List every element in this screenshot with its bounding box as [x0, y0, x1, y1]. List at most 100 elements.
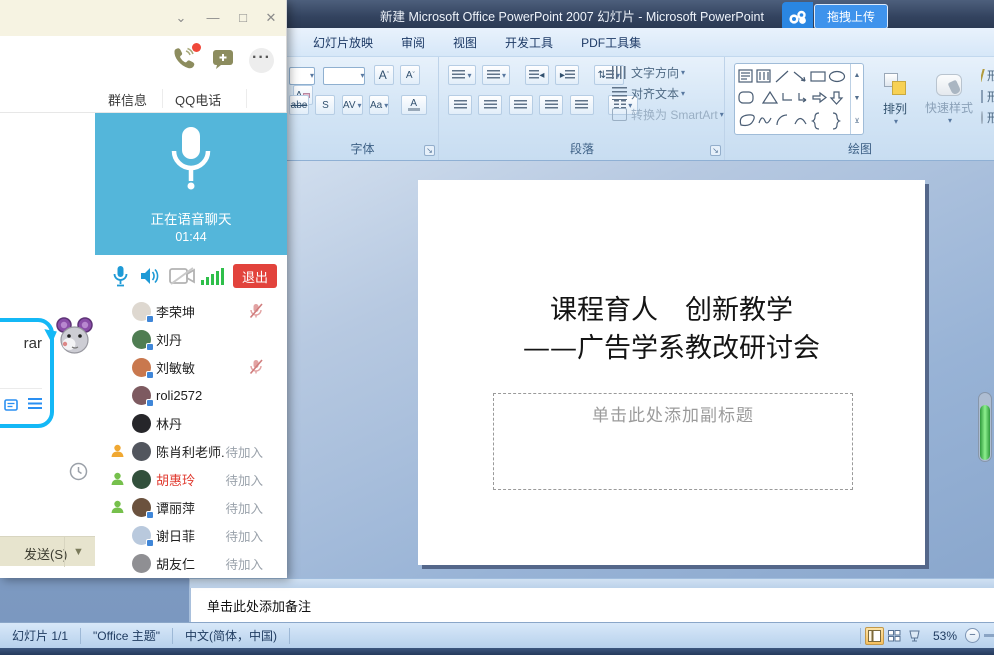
increase-indent-button[interactable]: ▸	[555, 65, 579, 85]
distribute-button[interactable]	[570, 95, 594, 115]
minimize-icon[interactable]: —	[203, 8, 223, 28]
microphone-icon	[167, 125, 215, 202]
pending-person-icon	[111, 444, 132, 458]
paragraph-group: ▾ ▾ ◂ ▸ ⇅▾ ▾ 文字方向▾ 对齐文本▾ 转换为	[440, 57, 725, 160]
member-avatar[interactable]	[132, 470, 151, 489]
member-avatar[interactable]	[132, 442, 151, 461]
shrink-font-button[interactable]: Aˇ	[400, 65, 420, 85]
mic-toggle-icon[interactable]	[112, 265, 129, 293]
text-shadow-button[interactable]: S	[315, 95, 335, 115]
close-icon[interactable]: ✕	[261, 8, 281, 28]
member-avatar[interactable]	[132, 358, 151, 377]
ribbon: ▾ ▾ Aˆ Aˇ A abe S AV▾ Aa▾ A 字体 ↘	[287, 57, 994, 161]
member-avatar[interactable]	[132, 526, 151, 545]
pending-person-icon	[111, 500, 132, 514]
text-direction-button[interactable]: 文字方向▾	[612, 62, 724, 83]
mouse-avatar[interactable]	[56, 317, 93, 362]
member-row[interactable]: 林丹	[95, 409, 287, 437]
notes-pane[interactable]: 单击此处添加备注	[190, 588, 994, 622]
numbering-button[interactable]: ▾	[482, 65, 510, 85]
font-size-select[interactable]: ▾	[323, 67, 365, 85]
ribbon-tab-4[interactable]: PDF工具集	[567, 34, 655, 51]
align-left-button[interactable]	[448, 95, 472, 115]
view-slideshow-button[interactable]	[905, 627, 924, 645]
tab-qq-call[interactable]: QQ电话	[175, 90, 221, 109]
member-row[interactable]: 胡惠玲待加入	[95, 465, 287, 493]
subtitle-placeholder[interactable]: 单击此处添加副标题	[493, 393, 853, 490]
member-row[interactable]: roli2572	[95, 381, 287, 409]
shape-effects-button[interactable]: 形	[981, 107, 994, 128]
language-indicator[interactable]: 中文(简体，中国)	[173, 627, 289, 644]
member-avatar[interactable]	[132, 302, 151, 321]
chat-add-icon[interactable]	[212, 49, 235, 75]
member-row[interactable]: 李荣坤	[95, 297, 287, 325]
shapes-scroll-down[interactable]: ▼	[851, 87, 863, 110]
shape-outline-button[interactable]: 形	[981, 86, 994, 107]
zoom-out-button[interactable]: −	[965, 628, 980, 643]
speaker-icon[interactable]	[139, 266, 159, 291]
member-avatar[interactable]	[132, 330, 151, 349]
decrease-indent-button[interactable]: ◂	[525, 65, 549, 85]
send-button[interactable]: 发送(S)	[24, 544, 67, 563]
exit-call-button[interactable]: 退出	[233, 264, 277, 288]
file-message-bubble[interactable]: rar	[0, 318, 54, 428]
zoom-slider[interactable]	[984, 634, 994, 637]
netdisk-upload-button[interactable]: 拖拽上传	[782, 2, 888, 31]
qq-badge	[146, 343, 154, 351]
strikethrough-button[interactable]: abe	[289, 95, 309, 115]
preview-icon[interactable]	[4, 398, 18, 416]
notes-splitter[interactable]	[190, 578, 994, 588]
member-avatar[interactable]	[132, 498, 151, 517]
paragraph-dialog-launcher[interactable]: ↘	[710, 145, 721, 156]
bullets-button[interactable]: ▾	[448, 65, 476, 85]
collapse-icon[interactable]: ⌄	[171, 8, 191, 28]
call-controls: 退出	[95, 255, 287, 297]
slide-title[interactable]: 课程育人 创新教学 ——广告学系教改研讨会	[428, 292, 915, 368]
view-sorter-button[interactable]	[885, 627, 904, 645]
shape-fill-button[interactable]: 形	[981, 65, 994, 86]
font-color-button[interactable]: A	[401, 95, 427, 115]
shapes-more[interactable]: ⊻	[851, 110, 863, 133]
qq-badge	[146, 371, 154, 379]
ribbon-tab-0[interactable]: 幻灯片放映	[299, 34, 387, 51]
arrange-button[interactable]: 排列 ▾	[872, 63, 918, 135]
member-avatar[interactable]	[132, 386, 151, 405]
justify-button[interactable]	[539, 95, 563, 115]
member-row[interactable]: 刘敏敏	[95, 353, 287, 381]
quick-styles-button[interactable]: 快速样式 ▾	[922, 63, 976, 135]
member-row[interactable]: 谭丽萍待加入	[95, 493, 287, 521]
screen: 新建 Microsoft Office PowerPoint 2007 幻灯片 …	[0, 0, 994, 655]
ribbon-tab-2[interactable]: 视图	[439, 34, 491, 51]
member-status: 待加入	[225, 526, 263, 545]
hamburger-icon[interactable]	[28, 398, 42, 409]
char-spacing-button[interactable]: AV▾	[342, 95, 363, 115]
more-icon[interactable]: ···	[249, 48, 274, 73]
ribbon-tab-3[interactable]: 开发工具	[491, 34, 567, 51]
font-name-select[interactable]: ▾	[289, 67, 315, 85]
slide-canvas[interactable]: 课程育人 创新教学 ——广告学系教改研讨会 单击此处添加副标题	[418, 180, 925, 565]
member-row[interactable]: 刘丹	[95, 325, 287, 353]
send-options-chevron-icon[interactable]: ▼	[64, 537, 92, 567]
member-avatar[interactable]	[132, 414, 151, 433]
shapes-scroll-up[interactable]: ▲	[851, 64, 863, 87]
align-text-button[interactable]: 对齐文本▾	[612, 83, 724, 104]
qq-badge	[146, 399, 154, 407]
maximize-icon[interactable]: □	[233, 8, 253, 28]
align-center-button[interactable]	[478, 95, 502, 115]
view-normal-button[interactable]	[865, 627, 884, 645]
change-case-button[interactable]: Aa▾	[369, 95, 389, 115]
tab-group-info[interactable]: 群信息	[108, 90, 147, 109]
shapes-gallery[interactable]: ▲ ▼ ⊻	[734, 63, 864, 135]
slide-title-line2: ——广告学系教改研讨会	[428, 330, 915, 368]
font-dialog-launcher[interactable]: ↘	[424, 145, 435, 156]
member-avatar[interactable]	[132, 554, 151, 573]
align-right-button[interactable]	[509, 95, 533, 115]
member-row[interactable]: 陈肖利老师...待加入	[95, 437, 287, 465]
member-row[interactable]: 谢日菲待加入	[95, 521, 287, 549]
member-row[interactable]: 胡友仁待加入	[95, 549, 287, 577]
arrange-icon	[883, 73, 907, 97]
smartart-button[interactable]: 转换为 SmartArt▾	[612, 104, 724, 125]
grow-font-button[interactable]: Aˆ	[374, 65, 394, 85]
camera-off-icon[interactable]	[169, 267, 195, 290]
ribbon-tab-1[interactable]: 审阅	[387, 34, 439, 51]
